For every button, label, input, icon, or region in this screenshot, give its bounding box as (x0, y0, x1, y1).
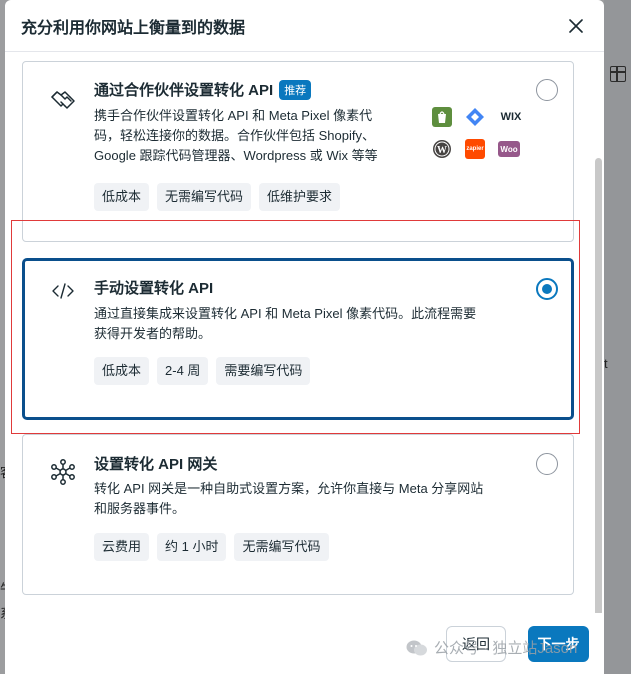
option-title-text: 手动设置转化 API (94, 280, 214, 297)
description-line: 通过直接集成来设置转化 API 和 Meta Pixel 像素代码。此流程需要 (94, 306, 477, 321)
zapier-logo: zapier (465, 139, 485, 159)
option-tags: 低成本 无需编写代码 低维护要求 (94, 183, 341, 211)
modal-header: 充分利用你网站上衡量到的数据 (5, 0, 604, 52)
google-tag-manager-icon (465, 107, 485, 127)
option-title: 设置转化 API 网关 (94, 453, 217, 474)
tag: 无需编写代码 (157, 183, 252, 211)
tag: 低维护要求 (259, 183, 341, 211)
option-card-manual[interactable]: 手动设置转化 API 通过直接集成来设置转化 API 和 Meta Pixel … (22, 258, 574, 420)
handshake-icon (47, 84, 79, 116)
tag: 2-4 周 (157, 357, 209, 385)
option-description: 通过直接集成来设置转化 API 和 Meta Pixel 像素代码。此流程需要 … (94, 304, 476, 344)
option-title-text: 设置转化 API 网关 (94, 456, 218, 473)
setup-modal: 充分利用你网站上衡量到的数据 通过合作伙伴设置转化 API 推荐 携手合作伙伴设… (5, 0, 604, 674)
scrollbar[interactable] (595, 158, 602, 616)
close-icon (569, 18, 583, 33)
option-title: 通过合作伙伴设置转化 API 推荐 (94, 79, 312, 100)
option-description: 携手合作伙伴设置转化 API 和 Meta Pixel 像素代 码，轻松连接你的… (94, 106, 378, 166)
wechat-icon (406, 640, 427, 655)
shopify-icon (432, 107, 452, 127)
option-radio[interactable] (536, 453, 558, 475)
option-tags: 低成本 2-4 周 需要编写代码 (94, 357, 311, 385)
tag: 约 1 小时 (157, 533, 227, 561)
tag: 需要编写代码 (216, 357, 311, 385)
close-button[interactable] (564, 14, 588, 38)
option-description: 转化 API 网关是一种自助式设置方案，允许你直接与 Meta 分享网站 和服务… (94, 479, 483, 519)
tag: 云费用 (94, 533, 150, 561)
description-line: 码，轻松连接你的数据。合作伙伴包括 Shopify、 (94, 128, 375, 143)
partner-logos: WIX W zapier Woo (430, 103, 530, 167)
tag: 低成本 (94, 357, 150, 385)
option-title-text: 通过合作伙伴设置转化 API (94, 82, 274, 99)
wix-logo: WIX (500, 111, 522, 123)
wordpress-icon: W (432, 139, 452, 159)
description-line: 携手合作伙伴设置转化 API 和 Meta Pixel 像素代 (94, 108, 373, 123)
network-hub-icon (47, 456, 79, 488)
option-card-gateway[interactable]: 设置转化 API 网关 转化 API 网关是一种自助式设置方案，允许你直接与 M… (22, 434, 574, 595)
option-title: 手动设置转化 API (94, 277, 213, 298)
option-radio[interactable] (536, 79, 558, 101)
watermark-text: 公众号 · 独立站Jason (434, 640, 578, 657)
code-icon (47, 275, 79, 307)
description-line: Google 跟踪代码管理器、Wordpress 或 Wix 等等 (94, 148, 378, 163)
option-tags: 云费用 约 1 小时 无需编写代码 (94, 533, 329, 561)
modal-title: 充分利用你网站上衡量到的数据 (21, 19, 246, 37)
option-radio-selected[interactable] (536, 278, 558, 300)
svg-text:W: W (437, 145, 447, 156)
description-line: 转化 API 网关是一种自助式设置方案，允许你直接与 Meta 分享网站 (94, 481, 484, 496)
description-line: 和服务器事件。 (94, 501, 186, 516)
description-line: 获得开发者的帮助。 (94, 326, 212, 341)
recommended-badge: 推荐 (279, 79, 312, 100)
tag: 低成本 (94, 183, 150, 211)
tag: 无需编写代码 (234, 533, 329, 561)
woocommerce-logo: Woo (498, 141, 520, 157)
watermark: 公众号 · 独立站Jason (406, 637, 577, 658)
